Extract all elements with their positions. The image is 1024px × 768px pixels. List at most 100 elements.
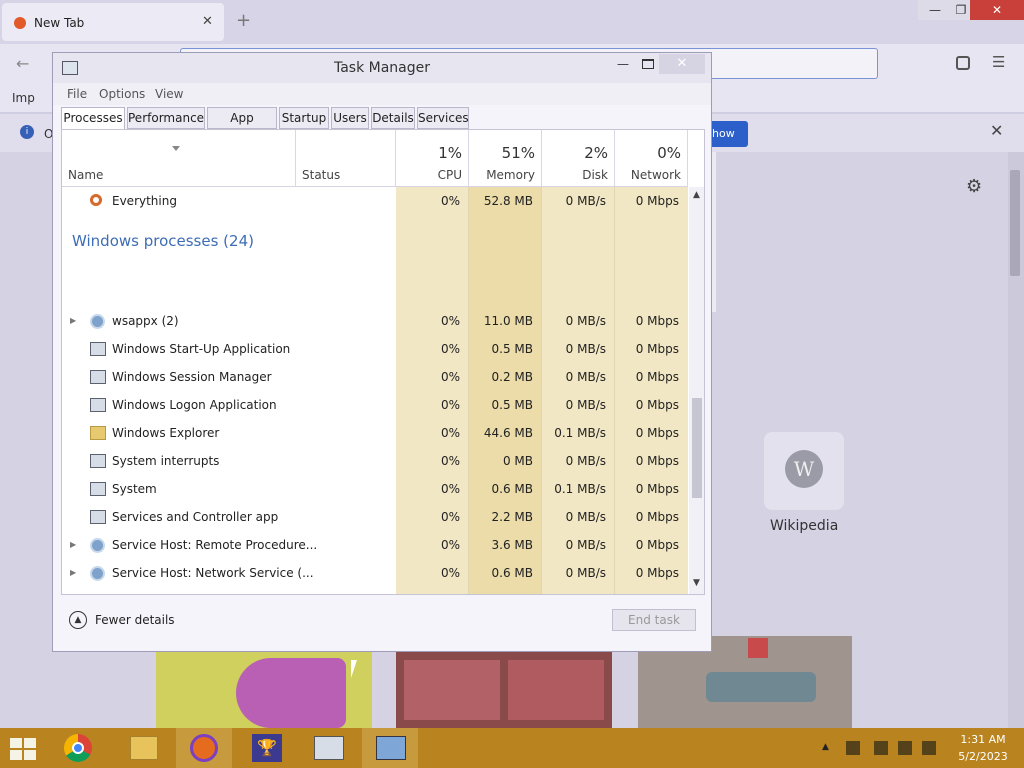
disk-percent: 2% — [584, 144, 608, 162]
start-button[interactable] — [10, 738, 38, 760]
network-value: 0 Mbps — [635, 194, 679, 208]
network-value: 0 Mbps — [635, 454, 679, 468]
tab-services[interactable]: Services — [417, 107, 469, 129]
page-scrollbar-thumb[interactable] — [1010, 170, 1020, 276]
chevron-up-icon[interactable]: ▲ — [69, 611, 87, 629]
disk-value: 0.1 MB/s — [554, 426, 606, 440]
task-manager-window-icon — [376, 736, 406, 760]
app-icon — [90, 398, 106, 412]
settings-gear-icon[interactable]: ⚙ — [966, 176, 982, 197]
network-icon[interactable] — [898, 741, 912, 755]
tab-title: New Tab — [34, 16, 85, 30]
menu-file[interactable]: File — [67, 87, 87, 101]
table-row[interactable]: Windows Start-Up Application 0% 0.5 MB 0 MB… — [62, 336, 688, 364]
app-icon — [90, 342, 106, 356]
app-icon — [90, 510, 106, 524]
new-tab-button[interactable]: + — [236, 10, 251, 31]
notification-show-button[interactable]: how — [706, 121, 748, 147]
story-image-wrench[interactable] — [156, 650, 372, 728]
expand-chevron-icon[interactable]: ▶ — [70, 540, 76, 549]
memory-value: 0.6 MB — [491, 482, 533, 496]
scrollbar-thumb[interactable] — [692, 398, 702, 498]
disk-value: 0 MB/s — [565, 454, 606, 468]
maximize-button[interactable] — [642, 59, 654, 69]
column-header-cpu[interactable]: 1% CPU — [396, 130, 469, 186]
network-value: 0 Mbps — [635, 314, 679, 328]
table-row[interactable]: Windows Explorer 0% 44.6 MB 0.1 MB/s 0 Mbps — [62, 420, 688, 448]
scroll-down-icon[interactable]: ▼ — [693, 578, 700, 588]
show-hidden-icons-icon[interactable]: ▲ — [822, 742, 829, 752]
minimize-button[interactable]: — — [617, 57, 629, 71]
process-name: Services and Controller app — [112, 510, 279, 524]
tab-users[interactable]: Users — [331, 107, 369, 129]
table-row[interactable]: Everything 0% 52.8 MB 0 MB/s 0 Mbps — [62, 188, 688, 216]
mouse-cursor — [351, 660, 357, 678]
table-row[interactable]: Windows Logon Application 0% 0.5 MB 0 MB/s 0… — [62, 392, 688, 420]
browser-tab[interactable]: New Tab ✕ — [2, 3, 224, 41]
tab-performance[interactable]: Performance — [127, 107, 205, 129]
browser-close-button[interactable]: ✕ — [970, 0, 1024, 20]
table-row[interactable]: ▶Service Host: Network Service (5)0%19.6… — [62, 588, 688, 595]
browser-menu-button[interactable]: ☰ — [992, 53, 1005, 71]
table-row[interactable]: System 0% 0.6 MB 0.1 MB/s 0 Mbps — [62, 476, 688, 504]
clock-time[interactable]: 1:31 AM — [948, 733, 1018, 746]
scroll-up-icon[interactable]: ▲ — [693, 190, 700, 200]
table-row[interactable]: Windows Session Manager 0% 0.2 MB 0 MB/s 0 M… — [62, 364, 688, 392]
tab-processes[interactable]: Processes — [61, 107, 125, 130]
wikipedia-globe-icon: W — [785, 450, 823, 488]
column-header-memory[interactable]: 51% Memory — [469, 130, 542, 186]
trophy-icon: 🏆 — [252, 734, 282, 762]
memory-percent: 51% — [501, 144, 535, 162]
expand-chevron-icon[interactable]: ▶ — [70, 316, 76, 325]
table-row[interactable]: ▶ Service Host: Network Service (... 0% 0.6… — [62, 560, 688, 588]
import-bookmarks-link[interactable]: Imp — [12, 91, 35, 105]
tab-app-history[interactable]: App history — [207, 107, 277, 145]
pocket-icon[interactable] — [956, 56, 970, 70]
memory-value: 2.2 MB — [491, 510, 533, 524]
table-row[interactable]: Services and Controller app 0% 2.2 MB 0 MB/… — [62, 504, 688, 532]
close-button[interactable]: ✕ — [659, 54, 705, 74]
network-value: 0 Mbps — [635, 342, 679, 356]
group-heading: Windows processes (24) — [72, 232, 254, 250]
cpu-percent: 1% — [438, 144, 462, 162]
disk-value: 0 MB/s — [565, 342, 606, 356]
clock-date[interactable]: 5/2/2023 — [948, 750, 1018, 763]
volume-muted-icon[interactable] — [922, 741, 936, 755]
action-center-flag-icon[interactable] — [874, 741, 888, 755]
table-row[interactable]: System interrupts 0% 0 MB 0 MB/s 0 Mbps — [62, 448, 688, 476]
processes-panel: Name Status 1% CPU 51% Memory 2% Disk 0%… — [61, 129, 705, 595]
process-name: wsappx (2) — [112, 314, 179, 328]
table-row[interactable]: ▶ Service Host: Remote Procedure... 0% 3.6 … — [62, 532, 688, 560]
back-button[interactable]: ← — [16, 54, 29, 73]
gear-icon — [90, 566, 105, 581]
memory-value: 19.6 MB — [469, 594, 533, 595]
process-name: Windows Explorer — [112, 426, 220, 440]
expand-chevron-icon[interactable]: ▶ — [70, 568, 76, 577]
task-manager-icon — [314, 736, 344, 760]
memory-value: 0.6 MB — [491, 566, 533, 580]
column-header-disk[interactable]: 2% Disk — [542, 130, 615, 186]
process-list-scrollbar[interactable] — [689, 187, 704, 594]
menu-view[interactable]: View — [155, 87, 183, 101]
tray-device-icon[interactable] — [846, 741, 860, 755]
table-row[interactable]: ▶ wsappx (2) 0% 11.0 MB 0 MB/s 0 Mbps — [62, 308, 688, 336]
process-name: Windows Logon Application — [112, 398, 277, 412]
column-header-name[interactable]: Name — [62, 130, 296, 186]
gear-icon — [90, 314, 105, 329]
task-manager-titlebar[interactable]: Task Manager — ✕ — [53, 53, 711, 83]
app-icon — [90, 370, 106, 384]
disk-value: 0 MB/s — [565, 398, 606, 412]
task-manager-window[interactable]: Task Manager — ✕ File Options View Proce… — [52, 52, 712, 652]
search-icon — [90, 194, 102, 206]
end-task-button[interactable]: End task — [612, 609, 696, 631]
column-header-network[interactable]: 0% Network — [615, 130, 688, 186]
tab-startup[interactable]: Startup — [279, 107, 329, 129]
column-header-status[interactable]: Status — [296, 130, 396, 186]
menu-options[interactable]: Options — [99, 87, 145, 101]
cpu-value: 0% — [440, 194, 460, 208]
notification-close-icon[interactable]: ✕ — [990, 121, 1003, 140]
tab-close-icon[interactable]: ✕ — [202, 14, 213, 29]
tab-details[interactable]: Details — [371, 107, 415, 129]
fewer-details-link[interactable]: Fewer details — [95, 613, 175, 627]
file-explorer-icon — [130, 736, 158, 760]
